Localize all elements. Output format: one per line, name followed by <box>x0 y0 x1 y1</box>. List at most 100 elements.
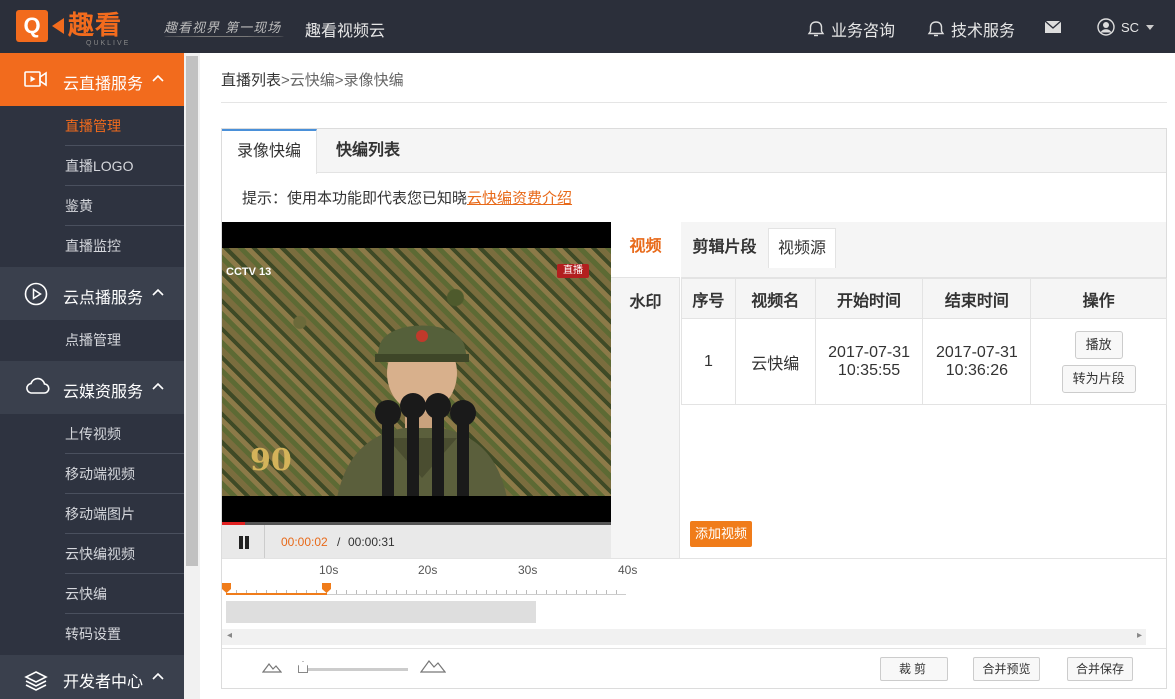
tab-record-edit[interactable]: 录像快编 <box>222 129 317 174</box>
user-name: SC <box>1121 19 1140 35</box>
slogan-underline <box>164 36 284 37</box>
tab-bar: 录像快编 快编列表 <box>222 129 1166 174</box>
sidebar-item-mobile-image[interactable]: 移动端图片 <box>65 494 184 534</box>
side-tabs: 视频 水印 <box>611 222 680 558</box>
convert-to-clip-button[interactable]: 转为片段 <box>1061 364 1136 393</box>
logo[interactable]: Q 趣看 QUKLIVE <box>16 10 142 47</box>
hint-text: 提示：使用本功能即代表您已知晓云快编资费介绍 <box>242 187 572 208</box>
tab-edit-list[interactable]: 快编列表 <box>318 129 418 173</box>
clip-track[interactable] <box>226 601 536 623</box>
sidebar-section-live-label: 云直播服务 <box>63 76 144 93</box>
chevron-up-icon <box>152 288 164 296</box>
chevron-up-icon <box>152 382 164 390</box>
sidebar-section-media-label: 云媒资服务 <box>63 384 144 401</box>
channel-logo: CCTV 13 <box>226 266 272 278</box>
table-row: 1 云快编 2017-07-31 10:35:55 2017-07-31 10:… <box>681 318 1167 405</box>
sidebar-item-live-monitor[interactable]: 直播监控 <box>65 226 184 266</box>
chevron-up-icon <box>152 74 164 82</box>
chevron-up-icon <box>152 672 164 680</box>
sidebar-item-transcode-settings[interactable]: 转码设置 <box>65 614 184 654</box>
side-tab-video[interactable]: 视频 <box>611 222 680 278</box>
breadcrumb-quick-edit[interactable]: 云快编 <box>290 72 335 89</box>
logo-play-icon <box>52 18 64 34</box>
zoom-slider-track[interactable] <box>300 668 408 671</box>
player-controls: 00:00:02 / 00:00:31 <box>222 525 611 558</box>
sidebar-section-media[interactable]: 云媒资服务 <box>0 361 184 414</box>
col-video-name: 视频名 <box>734 278 816 319</box>
main-panel: 录像快编 快编列表 提示：使用本功能即代表您已知晓云快编资费介绍 CCTV 13… <box>221 128 1167 689</box>
speaker-figure-image <box>337 325 507 496</box>
nav-business-consult[interactable]: 业务咨询 <box>807 17 895 41</box>
mail-icon <box>1044 20 1062 33</box>
zoom-slider-handle[interactable] <box>298 661 308 673</box>
sidebar-section-developer[interactable]: 开发者中心 <box>0 655 184 699</box>
logo-q-mark: Q <box>16 10 48 42</box>
sidebar-item-live-manage[interactable]: 直播管理 <box>65 106 184 146</box>
top-bar: Q 趣看 QUKLIVE 趣看视界 第一现场 趣看视频云 业务咨询 技术服务 S… <box>0 0 1175 53</box>
cell-start-time: 2017-07-31 10:35:55 <box>814 318 924 405</box>
sidebar-section-developer-label: 开发者中心 <box>63 674 144 691</box>
col-index: 序号 <box>681 278 736 319</box>
live-badge: 直播 <box>557 264 589 278</box>
breadcrumb: 直播列表>云快编>录像快编 <box>221 69 404 90</box>
play-button[interactable]: 播放 <box>1074 330 1123 359</box>
tab-clips[interactable]: 剪辑片段 <box>681 228 768 268</box>
video-camera-icon <box>24 71 47 87</box>
brand-name: 趣看视频云 <box>305 23 386 40</box>
tab-video-source[interactable]: 视频源 <box>768 228 836 268</box>
chevron-down-icon <box>1146 24 1155 30</box>
sub-tab-bar: 剪辑片段 视频源 <box>681 222 1166 278</box>
pause-icon[interactable] <box>222 525 265 558</box>
sidebar-item-vod-manage[interactable]: 点播管理 <box>65 320 184 360</box>
chat-bubble-icon <box>807 21 825 37</box>
start-date: 2017-07-31 <box>828 343 910 361</box>
zoom-in-icon[interactable] <box>420 658 446 673</box>
video-player[interactable]: CCTV 13 直播 90 00:00:02 / 00:00:31 <box>222 222 611 558</box>
tick-label: 10s <box>319 563 339 577</box>
sidebar-item-live-logo[interactable]: 直播LOGO <box>65 146 184 186</box>
timeline-footer: 裁剪 合并预览 合并保存 <box>222 648 1166 688</box>
layers-icon <box>24 671 48 691</box>
bell-icon <box>927 21 945 37</box>
sidebar-section-vod[interactable]: 云点播服务 <box>0 267 184 320</box>
nav-tech-service-label: 技术服务 <box>951 23 1016 40</box>
end-clock: 10:36:26 <box>945 361 1009 379</box>
sidebar-scrollbar-thumb[interactable] <box>186 56 198 566</box>
sidebar-item-mobile-video[interactable]: 移动端视频 <box>65 454 184 494</box>
merge-preview-button[interactable]: 合并预览 <box>973 657 1040 681</box>
timeline[interactable]: 10s 20s 30s 40s <box>222 558 1166 648</box>
sidebar-section-vod-label: 云点播服务 <box>63 290 144 307</box>
sidebar-item-quick-edit-video[interactable]: 云快编视频 <box>65 534 184 574</box>
crop-button[interactable]: 裁剪 <box>880 657 948 681</box>
sidebar-section-live[interactable]: 云直播服务 <box>0 53 184 106</box>
mail-button[interactable] <box>1044 20 1068 34</box>
logo-subtext: QUKLIVE <box>86 40 131 47</box>
zoom-out-icon[interactable] <box>262 661 282 673</box>
breadcrumb-record-edit: 录像快编 <box>343 72 404 89</box>
sidebar-item-upload-video[interactable]: 上传视频 <box>65 414 184 454</box>
cloud-icon <box>26 377 50 394</box>
anniversary-emblem: 90 <box>250 443 292 478</box>
nav-tech-service[interactable]: 技术服务 <box>927 17 1015 41</box>
time-separator: / <box>337 535 341 549</box>
col-start-time: 开始时间 <box>814 278 924 319</box>
col-end-time: 结束时间 <box>922 278 1032 319</box>
breadcrumb-live-list[interactable]: 直播列表 <box>221 72 281 89</box>
breadcrumb-separator: > <box>281 72 290 89</box>
table-header-row: 序号 视频名 开始时间 结束时间 操作 <box>681 278 1167 319</box>
tick-label: 30s <box>518 563 538 577</box>
merge-save-button[interactable]: 合并保存 <box>1067 657 1133 681</box>
nav-business-consult-label: 业务咨询 <box>831 23 896 40</box>
add-video-button[interactable]: 添加视频 <box>690 521 752 547</box>
total-time: 00:00:31 <box>348 535 395 549</box>
video-frame[interactable]: CCTV 13 直播 90 <box>222 248 611 496</box>
pricing-link[interactable]: 云快编资费介绍 <box>467 190 572 207</box>
user-menu[interactable]: SC <box>1097 18 1155 36</box>
breadcrumb-separator: > <box>334 72 344 89</box>
sidebar-item-quick-edit[interactable]: 云快编 <box>65 574 184 614</box>
timeline-scrollbar[interactable] <box>222 629 1146 645</box>
side-tab-watermark[interactable]: 水印 <box>611 278 680 334</box>
selection-range <box>226 593 327 595</box>
sidebar-item-porn-check[interactable]: 鉴黄 <box>65 186 184 226</box>
play-circle-icon <box>24 282 48 306</box>
